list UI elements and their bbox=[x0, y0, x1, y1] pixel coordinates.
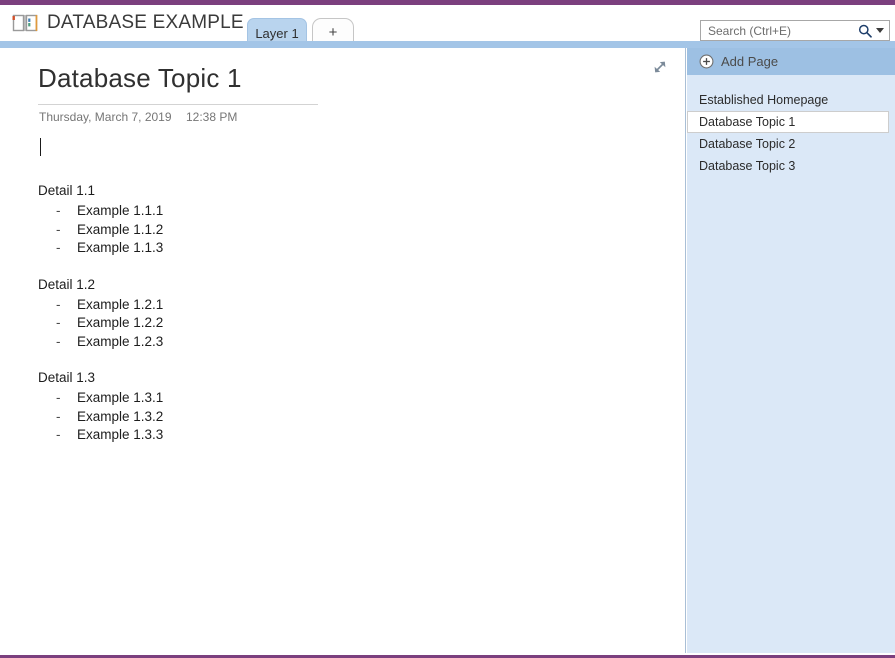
outline-item-label: Example 1.3.3 bbox=[77, 426, 163, 445]
page-time: 12:38 PM bbox=[186, 110, 237, 124]
bullet-dash-icon: - bbox=[56, 314, 77, 333]
plus-circle-icon bbox=[699, 54, 714, 69]
outline-item[interactable]: -Example 1.2.3 bbox=[38, 333, 458, 352]
notebook-icon bbox=[12, 13, 38, 33]
add-page-label: Add Page bbox=[721, 54, 778, 69]
outline-item-label: Example 1.1.3 bbox=[77, 239, 163, 258]
outline-item[interactable]: -Example 1.1.2 bbox=[38, 221, 458, 240]
search-icon[interactable] bbox=[858, 24, 872, 38]
search-box[interactable] bbox=[700, 20, 890, 41]
outline-item-label: Example 1.1.2 bbox=[77, 221, 163, 240]
notebook-name: DATABASE EXAMPLE bbox=[47, 12, 244, 34]
bullet-dash-icon: - bbox=[56, 202, 77, 221]
bullet-dash-icon: - bbox=[56, 221, 77, 240]
outline-item[interactable]: -Example 1.1.1 bbox=[38, 202, 458, 221]
notebook-selector-button[interactable]: DATABASE EXAMPLE bbox=[8, 7, 273, 39]
bullet-dash-icon: - bbox=[56, 296, 77, 315]
page-timestamp: Thursday, March 7, 2019 12:38 PM bbox=[39, 110, 237, 124]
page-list-item[interactable]: Database Topic 3 bbox=[687, 155, 895, 177]
outline-group: Detail 1.1-Example 1.1.1-Example 1.1.2-E… bbox=[38, 181, 458, 258]
outline-item-label: Example 1.1.1 bbox=[77, 202, 163, 221]
page-list-item[interactable]: Database Topic 1 bbox=[687, 111, 889, 133]
outline-heading[interactable]: Detail 1.1 bbox=[38, 181, 458, 200]
outline-item[interactable]: -Example 1.3.1 bbox=[38, 389, 458, 408]
page-list-item-label: Established Homepage bbox=[699, 93, 828, 107]
outline-group: Detail 1.2-Example 1.2.1-Example 1.2.2-E… bbox=[38, 275, 458, 352]
search-input[interactable] bbox=[708, 24, 858, 38]
text-cursor bbox=[40, 138, 41, 156]
bullet-dash-icon: - bbox=[56, 389, 77, 408]
search-dropdown-icon[interactable] bbox=[876, 28, 884, 33]
page-list-item-label: Database Topic 1 bbox=[699, 115, 795, 129]
outline-item[interactable]: -Example 1.3.2 bbox=[38, 408, 458, 427]
outline-item[interactable]: -Example 1.2.2 bbox=[38, 314, 458, 333]
bullet-dash-icon: - bbox=[56, 333, 77, 352]
page-date: Thursday, March 7, 2019 bbox=[39, 110, 186, 124]
outline-item-label: Example 1.2.3 bbox=[77, 333, 163, 352]
page-list-sidebar: Add Page Established Homepage Database To… bbox=[687, 48, 895, 653]
bullet-dash-icon: - bbox=[56, 408, 77, 427]
page-list-item[interactable]: Established Homepage bbox=[687, 89, 895, 111]
page-outline[interactable]: Detail 1.1-Example 1.1.1-Example 1.1.2-E… bbox=[38, 181, 458, 445]
outline-heading[interactable]: Detail 1.2 bbox=[38, 275, 458, 294]
onenote-window: DATABASE EXAMPLE Layer 1 + bbox=[0, 0, 895, 658]
outline-heading[interactable]: Detail 1.3 bbox=[38, 368, 458, 387]
tab-label: Layer 1 bbox=[255, 26, 298, 41]
outline-item-label: Example 1.2.1 bbox=[77, 296, 163, 315]
title-bar: DATABASE EXAMPLE Layer 1 + bbox=[0, 5, 895, 41]
plus-icon: + bbox=[329, 25, 338, 40]
page-title-rule bbox=[38, 104, 318, 105]
outline-item-label: Example 1.2.2 bbox=[77, 314, 163, 333]
outline-item[interactable]: -Example 1.1.3 bbox=[38, 239, 458, 258]
page-list-item-label: Database Topic 2 bbox=[699, 137, 795, 151]
page-list: Established Homepage Database Topic 1 Data… bbox=[687, 89, 895, 177]
expand-diagonal-icon[interactable] bbox=[651, 58, 669, 76]
page-title[interactable]: Database Topic 1 bbox=[38, 63, 242, 94]
tab-strip-underline bbox=[0, 41, 895, 48]
page-list-item-label: Database Topic 3 bbox=[699, 159, 795, 173]
outline-item-label: Example 1.3.1 bbox=[77, 389, 163, 408]
bullet-dash-icon: - bbox=[56, 239, 77, 258]
outline-group: Detail 1.3-Example 1.3.1-Example 1.3.2-E… bbox=[38, 368, 458, 445]
outline-item[interactable]: -Example 1.3.3 bbox=[38, 426, 458, 445]
bullet-dash-icon: - bbox=[56, 426, 77, 445]
page-canvas[interactable]: Database Topic 1 Thursday, March 7, 2019… bbox=[0, 48, 686, 653]
add-page-button[interactable]: Add Page bbox=[687, 48, 895, 75]
outline-item-label: Example 1.3.2 bbox=[77, 408, 163, 427]
page-list-item[interactable]: Database Topic 2 bbox=[687, 133, 895, 155]
outline-item[interactable]: -Example 1.2.1 bbox=[38, 296, 458, 315]
